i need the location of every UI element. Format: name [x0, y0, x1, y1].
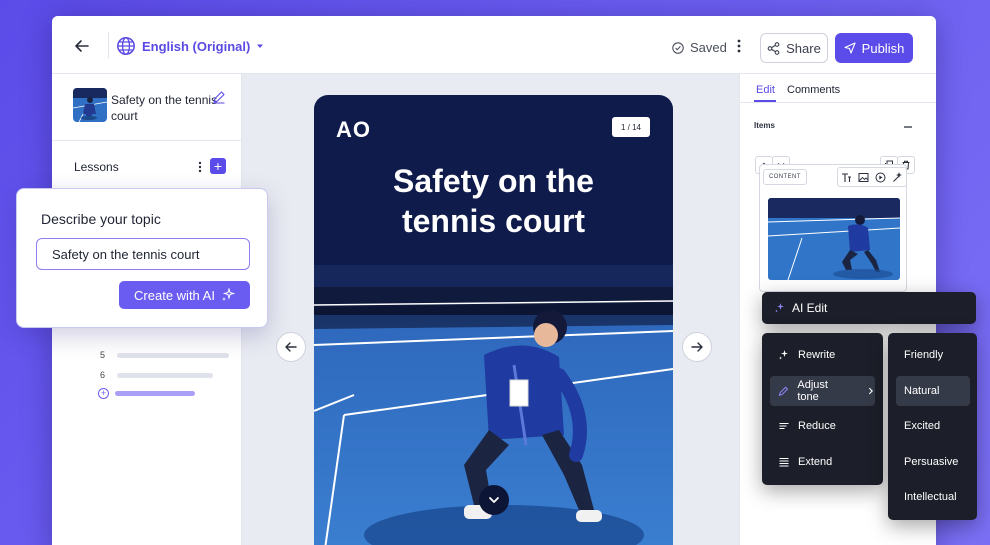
card-title-line1: Safety on the — [393, 163, 594, 199]
publish-label: Publish — [861, 40, 905, 56]
sparkle-icon — [775, 303, 784, 313]
magic-icon[interactable] — [892, 171, 903, 183]
share-icon — [767, 41, 780, 55]
content-toolbar — [837, 167, 907, 187]
edit-course-button[interactable] — [212, 90, 226, 104]
menu-item-label: Reduce — [798, 420, 836, 432]
menu-item-label: Adjust tone — [797, 379, 828, 403]
kebab-icon — [198, 161, 202, 173]
tone-natural[interactable]: Natural — [896, 376, 970, 406]
lessons-label: Lessons — [74, 160, 119, 174]
menu-item-reduce[interactable]: Reduce — [770, 411, 875, 441]
tone-persuasive[interactable]: Persuasive — [896, 447, 970, 477]
lesson-placeholder-bar — [117, 372, 214, 378]
tab-edit[interactable]: Edit — [756, 84, 775, 96]
plus-icon: + — [213, 158, 223, 174]
menu-item-extend[interactable]: Extend — [770, 447, 875, 477]
reduce-lines-icon — [779, 422, 789, 430]
send-icon — [844, 42, 856, 54]
ai-action-menu: Rewrite Adjust tone Reduce Extend — [762, 333, 883, 485]
menu-item-adjust-tone[interactable]: Adjust tone — [770, 376, 875, 406]
image-icon[interactable] — [858, 172, 869, 183]
more-options-button[interactable] — [736, 38, 742, 54]
lesson-number: 5 — [100, 350, 106, 360]
check-circle-icon — [672, 41, 684, 54]
tone-friendly[interactable]: Friendly — [896, 340, 970, 370]
arrow-left-icon — [285, 342, 297, 352]
collapse-items-button[interactable] — [903, 119, 913, 129]
caret-down-icon — [257, 44, 264, 48]
lesson-number: 6 — [100, 370, 106, 380]
list-item[interactable]: 6 — [100, 370, 214, 380]
tab-comments[interactable]: Comments — [787, 84, 840, 96]
menu-item-label: Extend — [798, 456, 833, 468]
course-title: Safety on the tennis court — [111, 93, 218, 123]
divider — [52, 140, 242, 141]
content-image — [768, 198, 900, 280]
tone-submenu: Friendly Natural Excited Persuasive Inte… — [888, 333, 977, 520]
publish-button[interactable]: Publish — [835, 33, 913, 63]
tone-intellectual[interactable]: Intellectual — [896, 482, 970, 512]
top-bar: English (Original) Saved Share Publish — [52, 16, 936, 74]
add-lesson-row[interactable]: + — [98, 388, 195, 399]
arrow-left-icon — [75, 40, 89, 52]
saved-label: Saved — [690, 40, 727, 55]
video-icon[interactable] — [875, 172, 886, 183]
popup-title: Describe your topic — [41, 211, 161, 227]
saved-status: Saved — [672, 40, 727, 55]
share-button[interactable]: Share — [760, 33, 828, 63]
language-selector[interactable]: English (Original) — [116, 36, 264, 56]
globe-icon — [117, 37, 135, 55]
tone-excited[interactable]: Excited — [896, 411, 970, 441]
lessons-options-button[interactable] — [197, 160, 203, 174]
card-logo: AO — [336, 117, 371, 142]
plus-circle-icon: + — [98, 388, 109, 399]
menu-item-label: Rewrite — [798, 349, 836, 361]
lesson-placeholder-bar — [117, 352, 230, 358]
preview-stage: AO 1 / 14 Safety on the tennis court — [242, 74, 739, 545]
ai-edit-bar[interactable]: AI Edit — [762, 292, 976, 324]
back-button[interactable] — [72, 36, 92, 56]
language-label: English (Original) — [142, 38, 251, 54]
sparkle-icon — [779, 350, 788, 360]
previous-slide-button[interactable] — [276, 332, 306, 362]
topic-input[interactable]: Safety on the tennis court — [36, 238, 250, 270]
divider — [740, 102, 936, 103]
content-chip: CONTENT — [763, 169, 807, 185]
divider — [108, 32, 109, 58]
lesson-card: AO 1 / 14 Safety on the tennis court — [314, 95, 673, 545]
kebab-icon — [737, 39, 741, 53]
describe-topic-popup: Describe your topic Safety on the tennis… — [16, 188, 268, 328]
minus-icon — [904, 126, 912, 128]
ai-edit-label: AI Edit — [792, 301, 828, 315]
add-lesson-bar — [115, 391, 195, 396]
chevron-down-icon — [489, 497, 499, 503]
add-lesson-button[interactable]: + — [210, 158, 226, 174]
scroll-down-button[interactable] — [479, 485, 509, 515]
course-thumbnail — [73, 88, 107, 122]
share-label: Share — [786, 40, 821, 56]
chevron-right-icon — [868, 387, 873, 395]
items-label: Items — [754, 121, 775, 130]
list-item[interactable]: 5 — [100, 350, 230, 360]
content-block[interactable]: CONTENT — [759, 164, 907, 292]
sparkle-icon — [221, 288, 235, 301]
arrow-right-icon — [691, 342, 703, 352]
card-title: Safety on the tennis court — [314, 161, 673, 241]
menu-item-rewrite[interactable]: Rewrite — [770, 340, 875, 370]
extend-lines-icon — [779, 457, 789, 467]
next-slide-button[interactable] — [682, 332, 712, 362]
card-title-line2: tennis court — [401, 203, 586, 239]
text-icon[interactable] — [841, 172, 852, 183]
page-indicator: 1 / 14 — [612, 117, 650, 137]
create-with-ai-label: Create with AI — [134, 287, 215, 303]
pencil-icon — [213, 91, 225, 104]
pen-icon — [778, 386, 789, 397]
create-with-ai-button[interactable]: Create with AI — [119, 281, 250, 309]
